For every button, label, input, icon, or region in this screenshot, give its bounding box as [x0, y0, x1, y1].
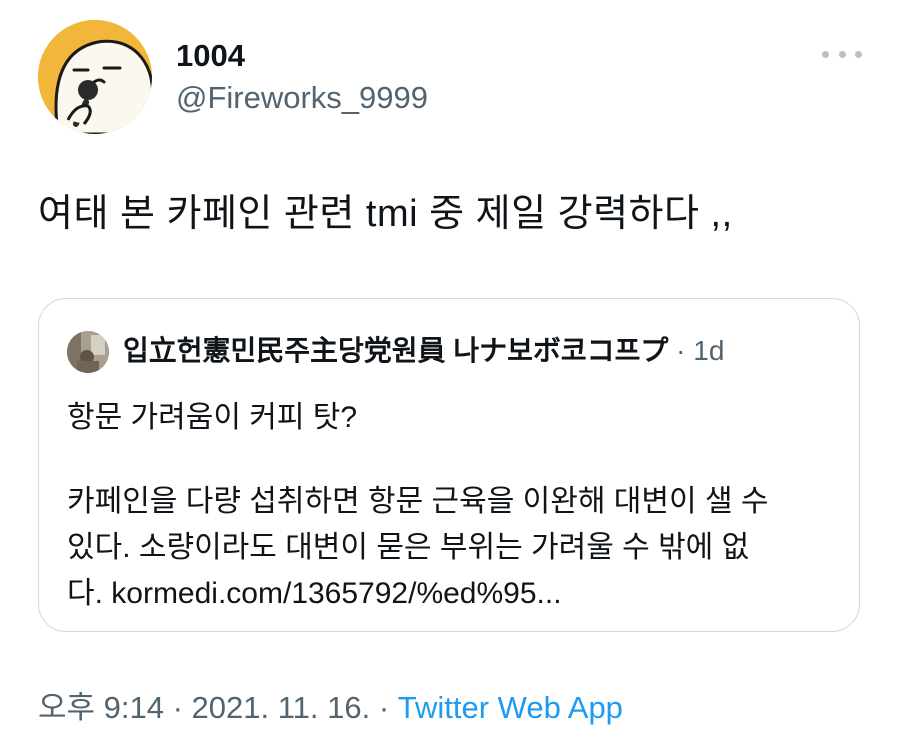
quoted-separator: · — [668, 335, 694, 366]
more-options-icon[interactable] — [822, 42, 862, 66]
photo-avatar-icon — [67, 331, 109, 373]
more-dot — [838, 50, 846, 58]
author-avatar[interactable] — [38, 20, 152, 134]
quoted-time-ago: 1d — [693, 335, 725, 366]
quoted-author-avatar — [67, 331, 109, 373]
tweet-source-link[interactable]: Twitter Web App — [398, 690, 623, 725]
author-handle[interactable]: @Fireworks_9999 — [176, 78, 428, 118]
more-dot — [855, 50, 862, 58]
quoted-tweet-header: 입立헌憲민民주主당党원員 나ナ보ボ코コ프プ · 1d — [123, 333, 724, 369]
tweet-text: 여태 본 카페인 관련 tmi 중 제일 강력하다 ,, — [38, 193, 733, 235]
tweet-footer: 오후 9:14 · 2021. 11. 16. · Twitter Web Ap… — [38, 688, 623, 728]
quoted-text-line: 다. kormedi.com/1365792/%ed%95... — [67, 577, 562, 610]
quoted-tweet-body: 항문 가려움이 커피 탓? 카페인을 다량 섭취하면 항문 근육을 이완해 대변… — [67, 395, 847, 617]
quoted-author-name: 입立헌憲민民주主당党원員 나ナ보ボ코コ프プ — [123, 335, 669, 366]
quoted-text-line: 있다. 소량이라도 대변이 묻은 부위는 가려울 수 밖에 없 — [67, 531, 750, 564]
cartoon-microphone-avatar-icon — [38, 20, 152, 134]
quoted-text-line: 항문 가려움이 커피 탓? — [67, 401, 358, 434]
quoted-tweet-card[interactable]: 입立헌憲민民주主당党원員 나ナ보ボ코コ프プ · 1d 항문 가려움이 커피 탓?… — [38, 298, 860, 632]
more-dot — [822, 50, 829, 58]
author-display-name[interactable]: 1004 — [176, 36, 245, 76]
tweet-timestamp[interactable]: 오후 9:14 · 2021. 11. 16. · — [38, 690, 398, 725]
quoted-text-line: 카페인을 다량 섭취하면 항문 근육을 이완해 대변이 샐 수 — [67, 485, 769, 518]
